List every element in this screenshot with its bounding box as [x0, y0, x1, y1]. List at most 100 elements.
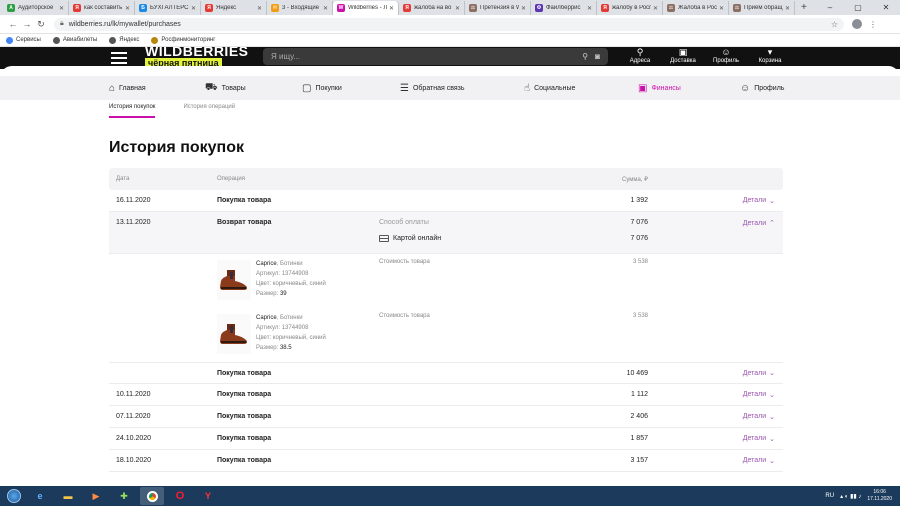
nav-item[interactable]: ⌂ Главная: [109, 76, 146, 100]
tab-close-icon[interactable]: ✕: [521, 5, 526, 12]
tab-close-icon[interactable]: ✕: [785, 5, 790, 12]
forward-icon[interactable]: →: [20, 19, 34, 29]
tab-close-icon[interactable]: ✕: [653, 5, 658, 12]
browser-tab[interactable]: A Аудиторское ✕: [3, 1, 69, 15]
header-link-icon: ▣: [678, 47, 688, 57]
table-row-subpurchase[interactable]: Покупка товара 10 469 Детали ⌄: [109, 362, 783, 384]
maximize-button[interactable]: ▢: [844, 0, 872, 15]
clock[interactable]: 16:06 17.11.2020: [867, 489, 892, 503]
header-link[interactable]: ▾ Корзина: [755, 47, 785, 64]
product-brand[interactable]: Caprice: [256, 261, 277, 267]
rows-bottom: 10.11.2020 Покупка товара 1 112 Детали ⌄ 07.1…: [109, 384, 783, 472]
product-thumbnail[interactable]: [217, 260, 251, 300]
table-row[interactable]: 24.10.2020 Покупка товара 1 857 Детали ⌄: [109, 428, 783, 450]
browser-tab[interactable]: Б БУХГАЛТЕРСК ✕: [135, 1, 201, 15]
bookmark-item[interactable]: Сервисы: [6, 36, 41, 44]
back-icon[interactable]: ←: [6, 19, 20, 29]
language-indicator[interactable]: RU: [825, 493, 834, 499]
browser-tab[interactable]: W Wildberries - Л ✕: [333, 1, 399, 15]
search-icon[interactable]: ⚲: [582, 52, 588, 61]
details-toggle[interactable]: Детали ⌄: [743, 391, 775, 399]
header-link[interactable]: ⚲ Адреса: [625, 47, 655, 64]
nav-item[interactable]: ▢ Покупки: [302, 76, 342, 100]
nav-item[interactable]: ☺ Профиль: [740, 76, 784, 100]
bookmark-item[interactable]: Росфинмониторинг: [151, 36, 215, 44]
search-input[interactable]: Я ищу... ⚲ ◙: [263, 48, 608, 65]
header-operation: Операция: [217, 176, 245, 182]
browser-tab[interactable]: ⚖ Претензия в W ✕: [465, 1, 531, 15]
header-link[interactable]: ☺ Профиль: [711, 47, 741, 64]
app-icon[interactable]: ✚: [112, 487, 136, 505]
tab-close-icon[interactable]: ✕: [191, 5, 196, 12]
tab-label: БУХГАЛТЕРСК: [150, 5, 189, 11]
browser-tab[interactable]: ✉ 3 - Входящие ✕: [267, 1, 333, 15]
tab-close-icon[interactable]: ✕: [323, 5, 328, 12]
tab-close-icon[interactable]: ✕: [455, 5, 460, 12]
bookmark-star-icon[interactable]: ☆: [831, 20, 838, 29]
sub-tab[interactable]: История операций: [183, 104, 235, 118]
nav-item-label: Обратная связь: [412, 84, 465, 92]
nav-item[interactable]: ☝ Социальные: [524, 76, 575, 100]
media-player-icon[interactable]: ▶: [84, 487, 108, 505]
details-toggle[interactable]: Детали ⌄: [743, 197, 775, 205]
browser-tab[interactable]: ⚖ Жалоба в Росп ✕: [663, 1, 729, 15]
product-thumbnail[interactable]: [217, 314, 251, 354]
table-row[interactable]: 10.11.2020 Покупка товара 1 112 Детали ⌄: [109, 384, 783, 406]
menu-dots-icon[interactable]: ⋮: [869, 20, 877, 29]
tab-favicon-icon: Ф: [535, 4, 543, 12]
table-row-expanded[interactable]: 13.11.2020 Возврат товара Способ оплаты …: [109, 212, 783, 254]
header-link[interactable]: ▣ Доставка: [668, 47, 698, 64]
folder-icon[interactable]: ▬: [56, 487, 80, 505]
product-brand[interactable]: Caprice: [256, 315, 277, 321]
row-operation: Покупка товара: [217, 413, 272, 420]
tab-close-icon[interactable]: ✕: [389, 5, 394, 12]
table-row[interactable]: 18.10.2020 Покупка товара 3 157 Детали ⌄: [109, 450, 783, 472]
details-toggle[interactable]: Детали ⌄: [743, 435, 775, 443]
nav-item[interactable]: ☰ Обратная связь: [400, 76, 465, 100]
tab-close-icon[interactable]: ✕: [125, 5, 130, 12]
lock-icon: 🔒︎: [60, 20, 64, 27]
attr-value: 13744908: [281, 271, 309, 277]
header-sum[interactable]: Сумма, ₽: [622, 176, 648, 183]
table-row[interactable]: 16.11.2020 Покупка товара 1 392 Детали ⌄: [109, 190, 783, 212]
table-row[interactable]: 07.11.2020 Покупка товара 2 406 Детали ⌄: [109, 406, 783, 428]
tab-close-icon[interactable]: ✕: [257, 5, 262, 12]
tab-close-icon[interactable]: ✕: [59, 5, 64, 12]
tab-close-icon[interactable]: ✕: [719, 5, 724, 12]
chrome-icon[interactable]: [140, 487, 164, 505]
search-actions: ⚲ ◙: [582, 52, 600, 61]
opera-icon[interactable]: O: [168, 487, 192, 505]
tab-close-icon[interactable]: ✕: [587, 5, 592, 12]
details-toggle[interactable]: Детали ⌄: [743, 413, 775, 421]
reload-icon[interactable]: ↻: [34, 19, 48, 30]
yandex-browser-icon[interactable]: Y: [196, 487, 220, 505]
browser-tab[interactable]: Яжалобу в Росп ✕: [597, 1, 663, 15]
profile-avatar-icon[interactable]: [852, 19, 862, 29]
details-toggle[interactable]: Детали ⌄: [743, 369, 775, 378]
nav-item[interactable]: ▣ Финансы: [638, 76, 681, 100]
ie-icon[interactable]: e: [28, 487, 52, 505]
bookmark-item[interactable]: Авиабилеты: [52, 36, 97, 44]
browser-tab[interactable]: Якак составить ✕: [69, 1, 135, 15]
browser-tab[interactable]: Я Яндекс ✕: [201, 1, 267, 15]
attr-label: Размер:: [256, 291, 279, 297]
details-toggle[interactable]: Детали ⌃: [743, 219, 775, 228]
sub-tab[interactable]: История покупок: [109, 104, 156, 118]
close-window-button[interactable]: ✕: [872, 0, 900, 15]
bookmark-item[interactable]: Яндекс: [109, 36, 139, 44]
minimize-button[interactable]: –: [816, 0, 844, 15]
start-button[interactable]: [4, 487, 24, 505]
tab-label: жалоба на во: [414, 5, 452, 11]
tab-list: A Аудиторское ✕ Якак составить ✕ Б БУХГАЛТЕРСК…: [3, 1, 795, 15]
burger-menu-icon[interactable]: [111, 49, 127, 67]
browser-tab[interactable]: Ф Файлберрис ✕: [531, 1, 597, 15]
browser-tab[interactable]: Яжалоба на во ✕: [399, 1, 465, 15]
url-input[interactable]: 🔒︎ wildberries.ru/lk/mywallet/purchases …: [54, 17, 844, 31]
details-toggle[interactable]: Детали ⌄: [743, 457, 775, 465]
browser-tab[interactable]: ⚖ Приём обращ ✕: [729, 1, 795, 15]
new-tab-button[interactable]: +: [801, 1, 807, 15]
price-label: Стоимость товара: [379, 259, 430, 265]
camera-icon[interactable]: ◙: [595, 52, 600, 61]
tray-icons[interactable]: ▴ ◐ ▮▮ ♪: [840, 493, 861, 500]
nav-item[interactable]: ⛟ Товары: [205, 76, 246, 100]
